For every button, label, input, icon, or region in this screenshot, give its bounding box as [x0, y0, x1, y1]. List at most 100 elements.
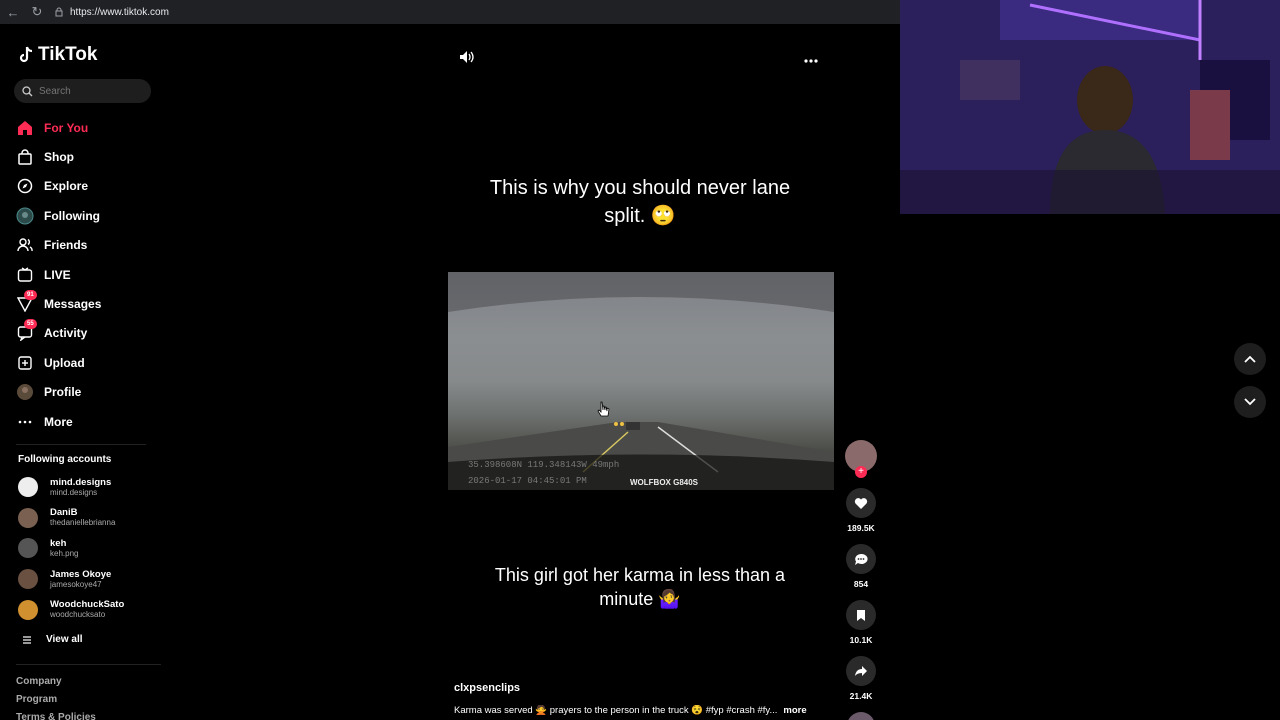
sidebar-item-label: Messages — [44, 297, 102, 312]
account-item[interactable]: keh keh.png — [18, 533, 124, 564]
video-description: Karma was served 🙅 prayers to the person… — [454, 705, 824, 716]
sidebar-item-live[interactable]: LIVE — [16, 260, 101, 289]
account-handle: thedaniellebrianna — [50, 518, 116, 528]
site-info-icon[interactable] — [54, 7, 64, 17]
account-name: James Okoye — [50, 568, 112, 580]
shop-icon — [16, 148, 34, 166]
sidebar-item-label: Following — [44, 208, 100, 223]
avatar — [18, 569, 38, 590]
sidebar-divider — [16, 664, 161, 665]
sidebar-item-label: For You — [44, 120, 89, 135]
avatar — [18, 507, 38, 528]
volume-button[interactable] — [459, 50, 475, 69]
search-icon — [22, 85, 33, 96]
profile-avatar-icon — [16, 383, 34, 401]
dashcam-coordinates: 35.398608N 119.348143W 49mph — [468, 460, 620, 470]
mouse-cursor-icon — [597, 401, 611, 424]
account-handle: woodchucksato — [50, 610, 106, 620]
messages-badge: 91 — [24, 290, 37, 301]
share-arrow-icon — [855, 666, 867, 676]
following-accounts-list: mind.designs mind.designs DaniB thedaniell… — [18, 472, 124, 625]
description-text: Karma was served 🙅 prayers to the person… — [454, 705, 778, 716]
sidebar-item-upload[interactable]: Upload — [16, 348, 101, 377]
account-item[interactable]: James Okoye jamesokoye47 — [18, 564, 124, 595]
dashcam-brand: WOLFBOX G840S — [630, 478, 699, 487]
view-all-button[interactable]: View all — [22, 634, 83, 645]
account-name: mind.designs — [50, 476, 112, 488]
sidebar-item-shop[interactable]: Shop — [16, 142, 101, 171]
reload-icon[interactable]: ↻ — [30, 4, 44, 20]
sidebar-item-profile[interactable]: Profile — [16, 378, 101, 407]
share-button[interactable] — [846, 656, 876, 686]
messages-icon: 91 — [16, 290, 37, 313]
like-count: 189.5K — [847, 523, 875, 533]
video-player[interactable]: 35.398608N 119.348143W 49mph 2026-01-17 … — [448, 272, 834, 490]
sidebar-item-label: Friends — [44, 238, 88, 253]
address-bar[interactable]: https://www.tiktok.com — [54, 3, 892, 21]
more-link[interactable]: more — [783, 705, 806, 716]
sidebar-item-for-you[interactable]: For You — [16, 113, 101, 142]
footer-links: Company Program Terms & Policies — [16, 676, 96, 720]
dashcam-timestamp: 2026-01-17 04:45:01 PM — [468, 476, 587, 486]
comment-button[interactable] — [846, 544, 876, 574]
sidebar-item-messages[interactable]: 91 Messages — [16, 289, 101, 318]
list-icon — [23, 635, 31, 644]
sidebar-item-friends[interactable]: Friends — [16, 231, 101, 260]
compass-icon — [16, 177, 34, 195]
account-handle: jamesokoye47 — [50, 579, 102, 589]
logo-text: TikTok — [38, 44, 98, 65]
sidebar-item-explore[interactable]: Explore — [16, 172, 101, 201]
account-item[interactable]: mind.designs mind.designs — [18, 472, 124, 503]
sidebar-item-label: More — [44, 414, 73, 429]
avatar — [18, 477, 38, 498]
sidebar-item-label: Explore — [44, 179, 89, 194]
upload-icon — [16, 354, 34, 372]
sound-disc-avatar[interactable] — [847, 712, 875, 720]
video-author[interactable]: clxpsenclips — [454, 682, 520, 694]
account-name: DaniB — [50, 507, 78, 519]
back-icon[interactable]: ← — [6, 5, 20, 20]
follow-plus-icon[interactable]: + — [855, 466, 867, 478]
url-text[interactable]: https://www.tiktok.com — [70, 7, 169, 18]
video-caption-top: This is why you should never lane split.… — [489, 177, 791, 227]
home-icon — [16, 119, 34, 137]
footer-link-terms[interactable]: Terms & Policies — [16, 712, 96, 720]
sidebar-item-label: Shop — [44, 150, 74, 165]
sidebar-item-more[interactable]: More — [16, 407, 101, 436]
view-all-label: View all — [46, 634, 83, 645]
previous-video-button[interactable] — [1234, 343, 1266, 375]
comment-icon — [855, 553, 868, 565]
search-box[interactable] — [14, 79, 151, 103]
more-dots-icon — [16, 413, 34, 431]
avatar — [18, 538, 38, 559]
tiktok-note-icon — [19, 46, 33, 63]
search-input[interactable] — [39, 85, 139, 97]
footer-link-company[interactable]: Company — [16, 676, 96, 694]
chevron-up-icon — [1244, 355, 1256, 363]
sidebar-item-activity[interactable]: 55 Activity — [16, 319, 101, 348]
bookmark-icon — [857, 609, 865, 621]
sidebar-item-label: LIVE — [44, 267, 71, 282]
footer-link-program[interactable]: Program — [16, 694, 96, 712]
road-scene — [448, 272, 834, 490]
account-name: WoodchuckSato — [50, 599, 125, 611]
browser-toolbar: ← ↻ https://www.tiktok.com — [0, 0, 900, 24]
sidebar-item-label: Profile — [44, 385, 82, 400]
creator-avatar[interactable]: + — [845, 440, 877, 478]
sidebar-item-label: Activity — [44, 326, 88, 341]
share-count: 21.4K — [849, 691, 873, 701]
tiktok-logo[interactable]: TikTok — [18, 44, 97, 66]
account-item[interactable]: WoodchuckSato woodchucksato — [18, 594, 124, 625]
volume-icon — [460, 51, 474, 63]
account-item[interactable]: DaniB thedaniellebrianna — [18, 503, 124, 534]
live-icon — [16, 266, 34, 284]
sidebar-nav: For You Shop Explore Following Friends L… — [16, 113, 101, 436]
save-button[interactable] — [846, 600, 876, 630]
like-button[interactable] — [846, 488, 876, 518]
tiktok-page: TikTok For You Shop Explore Following Fr… — [0, 24, 900, 720]
more-options-button[interactable] — [804, 50, 818, 68]
next-video-button[interactable] — [1234, 386, 1266, 418]
webcam-scene — [900, 0, 1280, 214]
sidebar-item-following[interactable]: Following — [16, 201, 101, 230]
account-name: keh — [50, 537, 67, 549]
